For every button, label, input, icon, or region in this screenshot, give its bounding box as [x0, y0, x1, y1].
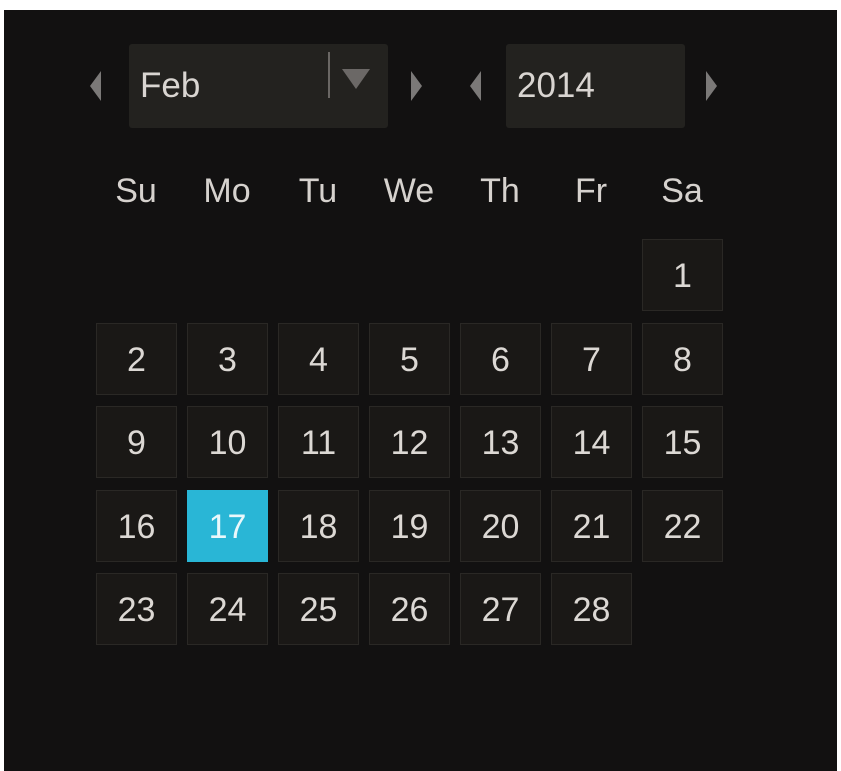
month-select-divider — [328, 52, 330, 98]
day-cell[interactable]: 27 — [460, 573, 541, 645]
day-cell[interactable]: 5 — [369, 323, 450, 395]
day-cell[interactable]: 15 — [642, 406, 723, 478]
month-select[interactable]: Feb — [129, 44, 388, 128]
day-cell[interactable]: 6 — [460, 323, 541, 395]
day-cell[interactable]: 9 — [96, 406, 177, 478]
prev-year-arrow-icon[interactable] — [470, 71, 481, 101]
day-cell[interactable]: 4 — [278, 323, 359, 395]
day-cell[interactable]: 22 — [642, 490, 723, 562]
day-cell[interactable]: 16 — [96, 490, 177, 562]
weekday-label: We — [383, 172, 435, 210]
prev-month-arrow-icon[interactable] — [90, 71, 101, 101]
day-cell[interactable]: 18 — [278, 490, 359, 562]
weekday-label: Sa — [661, 172, 703, 210]
day-cell[interactable]: 13 — [460, 406, 541, 478]
day-cell[interactable]: 20 — [460, 490, 541, 562]
weekday-label: Fr — [574, 172, 608, 210]
weekday-label: Th — [480, 172, 520, 210]
day-cell[interactable]: 12 — [369, 406, 450, 478]
weekday-label: Mo — [203, 172, 251, 210]
year-select-value: 2014 — [517, 66, 595, 105]
day-cell[interactable]: 25 — [278, 573, 359, 645]
day-cell[interactable]: 26 — [369, 573, 450, 645]
day-cell[interactable]: 3 — [187, 323, 268, 395]
year-select[interactable]: 2014 — [506, 44, 685, 128]
date-picker: Feb 2014 Su Mo Tu We Th Fr Sa 1 2 3 4 5 6 7 8 9 10 11 12 1… — [4, 10, 837, 771]
next-month-arrow-icon[interactable] — [411, 71, 422, 101]
day-cell[interactable]: 1 — [642, 239, 723, 311]
weekday-label: Tu — [298, 172, 338, 210]
next-year-arrow-icon[interactable] — [706, 71, 717, 101]
caret-down-icon[interactable] — [342, 69, 370, 89]
day-cell[interactable]: 24 — [187, 573, 268, 645]
month-select-value: Feb — [140, 66, 201, 105]
day-cell-selected[interactable]: 17 — [187, 490, 268, 562]
day-cell[interactable]: 2 — [96, 323, 177, 395]
day-cell[interactable]: 21 — [551, 490, 632, 562]
day-cell[interactable]: 7 — [551, 323, 632, 395]
day-cell[interactable]: 11 — [278, 406, 359, 478]
day-cell[interactable]: 19 — [369, 490, 450, 562]
day-cell[interactable]: 10 — [187, 406, 268, 478]
day-cell[interactable]: 8 — [642, 323, 723, 395]
day-cell[interactable]: 14 — [551, 406, 632, 478]
day-cell[interactable]: 23 — [96, 573, 177, 645]
day-cell[interactable]: 28 — [551, 573, 632, 645]
weekday-label: Su — [115, 172, 157, 210]
